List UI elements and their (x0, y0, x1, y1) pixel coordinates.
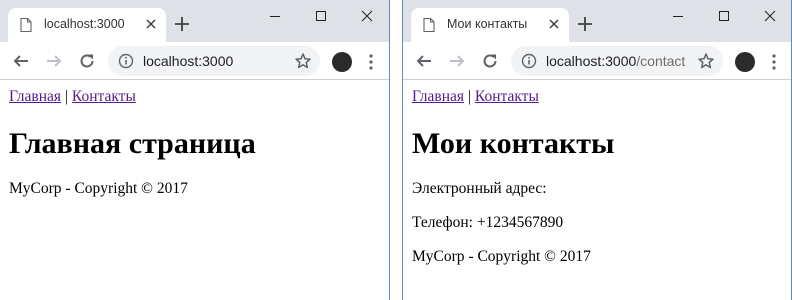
address-host: localhost:3000 (143, 53, 234, 69)
phone-line: Телефон: +1234567890 (412, 214, 564, 231)
page-icon (423, 18, 435, 32)
address-bar[interactable]: localhost:3000/contact (511, 46, 723, 76)
browser-toolbar: localhost:3000/contact (403, 42, 791, 80)
footer-copyright: MyCorp - Copyright © 2017 (412, 248, 591, 265)
browser-window-home: localhost:3000 localhost:3000 Главная | … (0, 0, 390, 300)
back-arrow-icon[interactable] (12, 52, 30, 70)
avatar-icon[interactable] (332, 52, 352, 72)
nav-separator: | (467, 88, 472, 105)
plus-icon[interactable] (174, 16, 190, 32)
tab-title: localhost:3000 (44, 17, 125, 31)
address-path: /contact (636, 53, 686, 69)
close-window-icon[interactable] (762, 8, 778, 24)
forward-arrow-icon[interactable] (45, 52, 63, 70)
minimize-icon[interactable] (670, 8, 686, 24)
maximize-icon[interactable] (716, 8, 732, 24)
plus-icon[interactable] (577, 16, 593, 32)
info-icon[interactable] (118, 53, 134, 69)
star-icon[interactable] (294, 52, 312, 70)
address-host: localhost:3000 (546, 53, 637, 69)
tab-strip: Мои контакты (403, 0, 791, 42)
address-text[interactable]: localhost:3000/contact (546, 53, 685, 69)
avatar-icon[interactable] (735, 52, 755, 72)
nav-separator: | (64, 88, 69, 105)
tab-contacts[interactable]: Мои контакты (411, 8, 569, 42)
page-heading: Главная страница (9, 127, 256, 160)
email-line: Электронный адрес: (412, 180, 547, 197)
info-icon[interactable] (521, 53, 537, 69)
maximize-icon[interactable] (313, 8, 329, 24)
page-heading: Мои контакты (412, 127, 615, 160)
close-window-icon[interactable] (359, 8, 375, 24)
kebab-menu-icon[interactable] (368, 53, 374, 71)
minimize-icon[interactable] (267, 8, 283, 24)
page-content: Главная | Контакты Главная страница MyCo… (0, 80, 389, 300)
page-content: Главная | Контакты Мои контакты Электрон… (403, 80, 791, 300)
browser-window-contacts: Мои контакты localhost:3000/contact Глав… (402, 0, 792, 300)
browser-toolbar: localhost:3000 (0, 42, 389, 80)
tab-title: Мои контакты (447, 17, 528, 31)
tab-localhost[interactable]: localhost:3000 (8, 8, 166, 42)
nav-link-contacts[interactable]: Контакты (475, 88, 539, 105)
kebab-menu-icon[interactable] (771, 53, 777, 71)
nav-link-home[interactable]: Главная (9, 88, 61, 105)
site-nav: Главная | Контакты (412, 88, 791, 106)
reload-icon[interactable] (78, 52, 96, 70)
close-icon[interactable] (548, 18, 560, 30)
address-text[interactable]: localhost:3000 (143, 53, 233, 69)
footer-copyright: MyCorp - Copyright © 2017 (9, 180, 188, 197)
site-nav: Главная | Контакты (9, 88, 389, 106)
reload-icon[interactable] (481, 52, 499, 70)
address-bar[interactable]: localhost:3000 (108, 46, 320, 76)
nav-link-contacts[interactable]: Контакты (72, 88, 136, 105)
back-arrow-icon[interactable] (415, 52, 433, 70)
nav-link-home[interactable]: Главная (412, 88, 464, 105)
forward-arrow-icon[interactable] (448, 52, 466, 70)
tab-strip: localhost:3000 (0, 0, 389, 42)
page-icon (20, 18, 32, 32)
star-icon[interactable] (697, 52, 715, 70)
close-icon[interactable] (145, 18, 157, 30)
